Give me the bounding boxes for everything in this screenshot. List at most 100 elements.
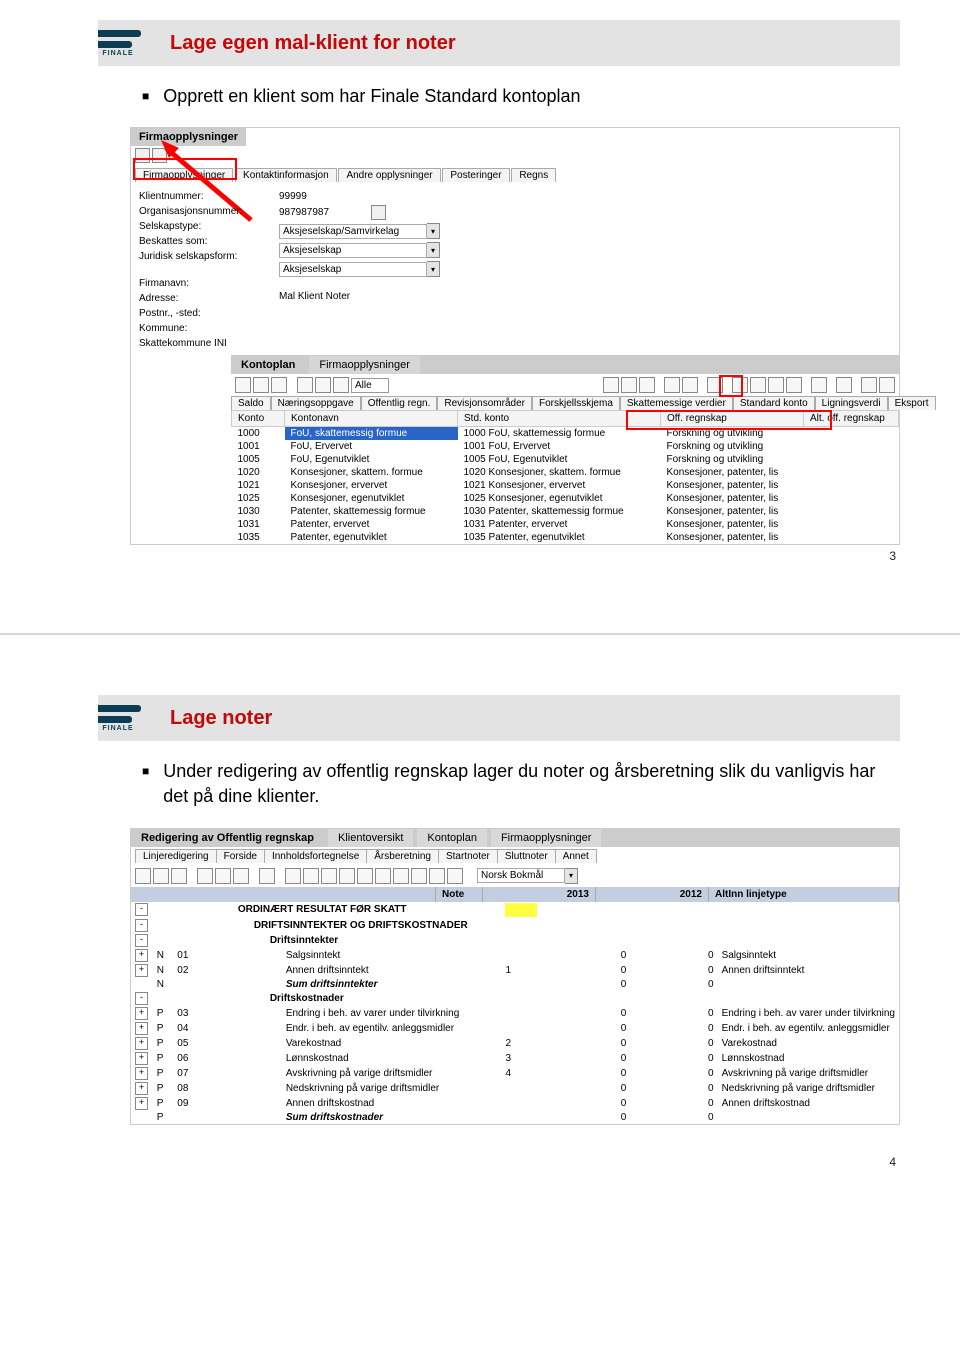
tool-icon[interactable]	[879, 377, 895, 393]
expander-icon[interactable]: -	[135, 903, 148, 916]
tool-icon[interactable]	[259, 868, 275, 884]
table-row[interactable]: + N 02 Annen driftsinntekt 1 0 0 Annen d…	[131, 963, 899, 978]
table-row[interactable]: P Sum driftskostnader 0 0	[131, 1111, 899, 1124]
table-row[interactable]: 1031Patenter, ervervet1031 Patenter, erv…	[232, 518, 899, 531]
tab-regns[interactable]: Regns	[511, 168, 556, 182]
tool-icon[interactable]	[732, 377, 748, 393]
filter-select[interactable]: Alle	[351, 378, 389, 393]
expander-icon[interactable]: -	[135, 934, 148, 947]
tool-icon[interactable]	[811, 377, 827, 393]
tool-icon[interactable]	[861, 377, 877, 393]
tool-icon[interactable]	[153, 868, 169, 884]
tool-icon[interactable]	[786, 377, 802, 393]
tool-icon[interactable]	[233, 868, 249, 884]
expander-icon[interactable]: +	[135, 1037, 148, 1050]
subtab-innholdsfortegnelse[interactable]: Innholdsfortegnelse	[264, 849, 367, 863]
tool-icon[interactable]	[271, 377, 287, 393]
subtab-aarsberetning[interactable]: Årsberetning	[366, 849, 439, 863]
tool-icon[interactable]	[836, 377, 852, 393]
tab-firmaopplysninger[interactable]: Firmaopplysninger	[491, 829, 601, 847]
tool-icon[interactable]	[321, 868, 337, 884]
expander-icon[interactable]: +	[135, 1022, 148, 1035]
subtab-skattemessige[interactable]: Skattemessige verdier	[620, 396, 733, 410]
tool-icon[interactable]	[135, 868, 151, 884]
subtab-standard-konto[interactable]: Standard konto	[733, 396, 815, 410]
table-row[interactable]: - DRIFTSINNTEKTER OG DRIFTSKOSTNADER	[131, 918, 899, 933]
tab-posteringer[interactable]: Posteringer	[442, 168, 509, 182]
table-row[interactable]: - Driftsinntekter	[131, 933, 899, 948]
select-juridisk[interactable]: Aksjeselskap	[279, 262, 427, 277]
result-table[interactable]: - ORDINÆRT RESULTAT FØR SKATT - DRIFTSIN…	[131, 902, 899, 1124]
tab-klientoversikt[interactable]: Klientoversikt	[328, 829, 413, 847]
tool-icon[interactable]	[768, 377, 784, 393]
tab-firmaopplysninger[interactable]: Firmaopplysninger	[135, 168, 233, 182]
tool-icon[interactable]	[135, 148, 150, 163]
tool-icon[interactable]	[664, 377, 680, 393]
subtab-linjeredigering[interactable]: Linjeredigering	[135, 849, 217, 863]
orgnr-lookup-icon[interactable]	[371, 205, 386, 220]
table-row[interactable]: 1020Konsesjoner, skattem. formue1020 Kon…	[232, 466, 899, 479]
tab-redigering[interactable]: Redigering av Offentlig regnskap	[131, 829, 324, 847]
subtab-startnoter[interactable]: Startnoter	[438, 849, 498, 863]
tool-icon[interactable]	[603, 377, 619, 393]
tool-icon[interactable]	[285, 868, 301, 884]
table-row[interactable]: 1005FoU, Egenutviklet1005 FoU, Egenutvik…	[232, 453, 899, 466]
expander-icon[interactable]: +	[135, 964, 148, 977]
table-row[interactable]: 1035Patenter, egenutviklet1035 Patenter,…	[232, 531, 899, 544]
tool-icon[interactable]	[357, 868, 373, 884]
table-row[interactable]: 1001FoU, Ervervet1001 FoU, ErvervetForsk…	[232, 440, 899, 453]
tool-icon[interactable]	[411, 868, 427, 884]
expander-icon[interactable]: -	[135, 919, 148, 932]
col-kontonavn[interactable]: Kontonavn	[285, 411, 458, 427]
tab-firmaopplysninger-2[interactable]: Firmaopplysninger	[309, 356, 419, 374]
tool-icon[interactable]	[707, 377, 723, 393]
table-row[interactable]: + N 01 Salgsinntekt 0 0 Salgsinntekt	[131, 948, 899, 963]
subtab-offentlig-regn[interactable]: Offentlig regn.	[361, 396, 438, 410]
tool-icon[interactable]	[171, 868, 187, 884]
subtab-eksport[interactable]: Eksport	[888, 396, 936, 410]
tool-icon[interactable]	[303, 868, 319, 884]
chevron-down-icon[interactable]: ▾	[427, 242, 440, 258]
tab-kontoplan[interactable]: Kontoplan	[417, 829, 487, 847]
tool-icon[interactable]	[152, 148, 167, 163]
select-selskapstype[interactable]: Aksjeselskap/Samvirkelag	[279, 224, 427, 239]
tool-icon[interactable]	[393, 868, 409, 884]
table-row[interactable]: + P 07 Avskrivning på varige driftsmidle…	[131, 1066, 899, 1081]
tool-icon[interactable]	[333, 377, 349, 393]
expander-icon[interactable]: +	[135, 1097, 148, 1110]
table-row[interactable]: 1021Konsesjoner, ervervet1021 Konsesjone…	[232, 479, 899, 492]
expander-icon[interactable]: +	[135, 949, 148, 962]
tool-icon[interactable]	[375, 868, 391, 884]
tool-icon[interactable]	[682, 377, 698, 393]
chevron-down-icon[interactable]: ▾	[427, 223, 440, 239]
table-row[interactable]: - ORDINÆRT RESULTAT FØR SKATT	[131, 902, 899, 918]
subtab-saldo[interactable]: Saldo	[231, 396, 271, 410]
expander-icon[interactable]: +	[135, 1082, 148, 1095]
tool-icon[interactable]	[621, 377, 637, 393]
subtab-ligningsverdi[interactable]: Ligningsverdi	[815, 396, 888, 410]
subtab-sluttnoter[interactable]: Sluttnoter	[497, 849, 556, 863]
select-beskattes[interactable]: Aksjeselskap	[279, 243, 427, 258]
tool-icon[interactable]	[447, 868, 463, 884]
language-select[interactable]: Norsk Bokmål	[477, 868, 565, 883]
subtab-naeringsoppgave[interactable]: Næringsoppgave	[271, 396, 361, 410]
kontoplan-table[interactable]: Konto Kontonavn Std. konto Off. regnskap…	[231, 410, 899, 544]
firma-header-tab[interactable]: Firmaopplysninger	[131, 128, 246, 146]
table-row[interactable]: + P 08 Nedskrivning på varige driftsmidl…	[131, 1081, 899, 1096]
table-row[interactable]: + P 05 Varekostnad 2 0 0 Varekostnad	[131, 1036, 899, 1051]
col-konto[interactable]: Konto	[232, 411, 285, 427]
chevron-down-icon[interactable]: ▾	[427, 261, 440, 277]
table-row[interactable]: 1025Konsesjoner, egenutviklet1025 Konses…	[232, 492, 899, 505]
table-row[interactable]: 1030Patenter, skattemessig formue1030 Pa…	[232, 505, 899, 518]
tool-icon[interactable]	[235, 377, 251, 393]
tool-icon[interactable]	[429, 868, 445, 884]
table-row[interactable]: + P 03 Endring i beh. av varer under til…	[131, 1006, 899, 1021]
tool-icon[interactable]	[253, 377, 269, 393]
tool-icon[interactable]	[197, 868, 213, 884]
subtab-revisjonsomraader[interactable]: Revisjonsområder	[437, 396, 532, 410]
tool-icon[interactable]	[297, 377, 313, 393]
subtab-forside[interactable]: Forside	[216, 849, 265, 863]
tool-icon[interactable]	[315, 377, 331, 393]
table-row[interactable]: + P 04 Endr. i beh. av egentilv. anleggs…	[131, 1021, 899, 1036]
tab-andre-opplysninger[interactable]: Andre opplysninger	[338, 168, 440, 182]
